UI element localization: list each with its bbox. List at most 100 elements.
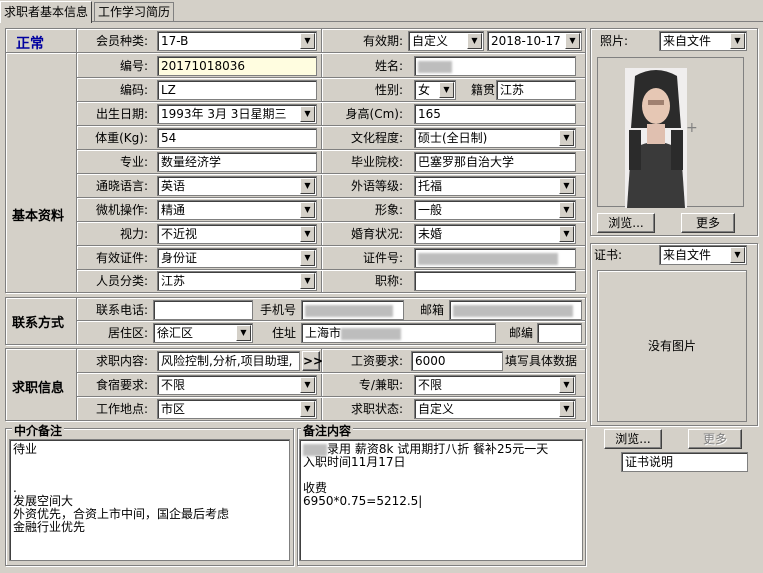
dropdown-arrow-icon: ▼ bbox=[467, 33, 482, 49]
area-select[interactable]: 徐汇区 ▼ bbox=[153, 323, 253, 343]
job-content-field[interactable]: 风险控制,分析,项目助理, bbox=[157, 351, 300, 371]
validity-date-picker[interactable]: 2018-10-17 ▼ bbox=[487, 31, 582, 51]
cert-source-select[interactable]: 来自文件 ▼ bbox=[659, 245, 747, 265]
dropdown-arrow-icon: ▼ bbox=[730, 247, 745, 263]
major-label: 专业: bbox=[119, 155, 148, 169]
redacted-email bbox=[453, 304, 573, 317]
redacted-name bbox=[418, 60, 452, 73]
dropdown-arrow-icon: ▼ bbox=[300, 250, 315, 266]
birth-label: 出生日期: bbox=[95, 107, 148, 121]
weight-label: 体重(Kg): bbox=[95, 131, 148, 145]
phone-label: 联系电话: bbox=[95, 303, 148, 317]
dropdown-arrow-icon: ▼ bbox=[559, 377, 574, 393]
area-label: 居住区: bbox=[107, 326, 148, 340]
school-field[interactable]: 巴塞罗那自治大学 bbox=[414, 152, 576, 172]
height-field[interactable]: 165 bbox=[414, 104, 576, 124]
birth-date-picker[interactable]: 1993年 3月 3日星期三 ▼ bbox=[157, 104, 317, 124]
language-label: 通晓语言: bbox=[95, 179, 148, 193]
location-select[interactable]: 市区 ▼ bbox=[157, 399, 317, 419]
image-label: 形象: bbox=[374, 203, 403, 217]
postcode-field[interactable] bbox=[537, 323, 582, 343]
cert-empty-text: 没有图片 bbox=[647, 339, 696, 353]
image-select[interactable]: 一般 ▼ bbox=[414, 200, 576, 220]
phone-field[interactable] bbox=[153, 300, 253, 320]
address-field[interactable]: 上海市 bbox=[301, 323, 496, 343]
salary-hint: 填写具体数据 bbox=[505, 354, 578, 368]
tab-bar: 求职者基本信息 工作学习简历 bbox=[0, 0, 763, 23]
section-remark: 备注内容 bbox=[301, 422, 354, 439]
gender-select[interactable]: 女 ▼ bbox=[414, 80, 456, 100]
mobile-field[interactable] bbox=[301, 300, 404, 320]
education-label: 文化程度: bbox=[350, 131, 403, 145]
job-content-more-button[interactable]: >> bbox=[302, 351, 323, 371]
code-field[interactable]: LZ bbox=[157, 80, 317, 100]
section-basic: 基本资料 bbox=[12, 209, 65, 224]
title-label: 职称: bbox=[374, 274, 403, 288]
person-type-select[interactable]: 江苏 ▼ bbox=[157, 271, 317, 291]
title-field[interactable] bbox=[414, 271, 576, 291]
number-field[interactable]: 20171018036 bbox=[157, 56, 317, 76]
member-type-label: 会员种类: bbox=[95, 34, 148, 48]
redacted-address bbox=[341, 327, 402, 340]
certificate-select[interactable]: 身份证 ▼ bbox=[157, 248, 317, 268]
validity-type-select[interactable]: 自定义 ▼ bbox=[408, 31, 484, 51]
address-label: 住址 bbox=[271, 326, 296, 340]
marital-select[interactable]: 未婚 ▼ bbox=[414, 224, 576, 244]
status-label: 正常 bbox=[16, 36, 44, 52]
cert-image-frame: 没有图片 bbox=[597, 270, 747, 422]
board-select[interactable]: 不限 ▼ bbox=[157, 375, 317, 395]
vision-label: 视力: bbox=[119, 227, 148, 241]
member-type-select[interactable]: 17-B ▼ bbox=[157, 31, 317, 51]
postcode-label: 邮编 bbox=[508, 326, 533, 340]
job-status-label: 求职状态: bbox=[350, 402, 403, 416]
dropdown-arrow-icon: ▼ bbox=[559, 401, 574, 417]
name-field[interactable] bbox=[414, 56, 576, 76]
salary-field[interactable]: 6000 bbox=[411, 351, 503, 371]
weight-field[interactable]: 54 bbox=[157, 128, 317, 148]
person-type-label: 人员分类: bbox=[95, 274, 148, 288]
job-content-label: 求职内容: bbox=[95, 354, 148, 368]
cert-desc-field[interactable]: 证书说明 bbox=[621, 452, 748, 472]
remark-memo[interactable]: 录用 薪资8k 试用期打八折 餐补25元一天 入职时间11月17日 收费 6950… bbox=[299, 439, 583, 561]
major-field[interactable]: 数量经济学 bbox=[157, 152, 317, 172]
photo-source-select[interactable]: 来自文件 ▼ bbox=[659, 31, 747, 51]
section-agent-note: 中介备注 bbox=[12, 422, 65, 439]
vision-select[interactable]: 不近视 ▼ bbox=[157, 224, 317, 244]
photo-frame: + bbox=[597, 57, 744, 208]
gender-label: 性别: bbox=[374, 83, 403, 97]
job-status-select[interactable]: 自定义 ▼ bbox=[414, 399, 576, 419]
section-contact: 联系方式 bbox=[12, 316, 65, 331]
cert-no-field[interactable] bbox=[414, 248, 576, 268]
tab-resume[interactable]: 工作学习简历 bbox=[94, 2, 174, 21]
education-select[interactable]: 硕士(全日制) ▼ bbox=[414, 128, 576, 148]
dropdown-arrow-icon: ▼ bbox=[300, 377, 315, 393]
email-field[interactable] bbox=[449, 300, 582, 320]
crosshair-icon: + bbox=[686, 120, 698, 136]
origin-field[interactable]: 江苏 bbox=[496, 80, 576, 100]
profile-photo bbox=[625, 68, 687, 208]
cert-label: 证书: bbox=[594, 248, 623, 262]
origin-label: 籍贯 bbox=[470, 83, 495, 97]
redacted-id bbox=[418, 252, 558, 265]
dropdown-arrow-icon: ▼ bbox=[300, 33, 315, 49]
redacted-company bbox=[303, 443, 327, 456]
computer-select[interactable]: 精通 ▼ bbox=[157, 200, 317, 220]
validity-label: 有效期: bbox=[362, 34, 403, 48]
name-label: 姓名: bbox=[374, 59, 403, 73]
photo-browse-button[interactable]: 浏览... bbox=[597, 213, 655, 233]
language-select[interactable]: 英语 ▼ bbox=[157, 176, 317, 196]
photo-more-button[interactable]: 更多 bbox=[681, 213, 735, 233]
mobile-label: 手机号 bbox=[259, 303, 296, 317]
parttime-select[interactable]: 不限 ▼ bbox=[414, 375, 576, 395]
height-label: 身高(Cm): bbox=[345, 107, 403, 121]
certificate-label: 有效证件: bbox=[95, 251, 148, 265]
number-label: 编号: bbox=[119, 59, 148, 73]
computer-label: 微机操作: bbox=[95, 203, 148, 217]
dropdown-arrow-icon: ▼ bbox=[300, 226, 315, 242]
salary-label: 工资要求: bbox=[350, 354, 403, 368]
foreign-level-select[interactable]: 托福 ▼ bbox=[414, 176, 576, 196]
dropdown-arrow-icon: ▼ bbox=[300, 202, 315, 218]
agent-note-memo[interactable]: 待业 . 发展空间大 外资优先，合资上市中间，国企最后考虑 金融行业优先 bbox=[9, 439, 290, 561]
cert-browse-button[interactable]: 浏览... bbox=[604, 429, 662, 449]
tab-basic-info[interactable]: 求职者基本信息 bbox=[0, 1, 92, 23]
